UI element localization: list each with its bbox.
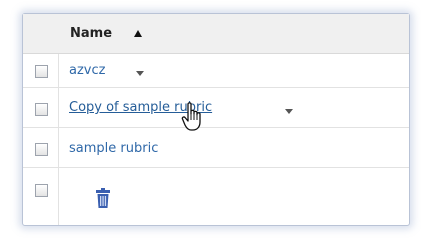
rubric-list-panel: Name azvcz Copy of sample rubric sample … [22, 13, 410, 226]
row-checkbox[interactable] [35, 103, 48, 116]
table-row: Copy of sample rubric [23, 88, 409, 128]
select-all-checkbox[interactable] [35, 184, 48, 197]
row-checkbox[interactable] [35, 143, 48, 156]
rubric-name-link[interactable]: sample rubric [69, 141, 158, 156]
table-row: azvcz [23, 54, 409, 88]
table-header: Name [23, 14, 409, 54]
table-row: sample rubric [23, 128, 409, 168]
trash-icon[interactable] [96, 188, 110, 208]
table-footer-row [23, 168, 409, 225]
chevron-down-icon[interactable] [136, 71, 144, 76]
name-column-header[interactable]: Name [70, 26, 112, 41]
row-checkbox[interactable] [35, 65, 48, 78]
chevron-down-icon[interactable] [285, 109, 293, 114]
sort-ascending-icon[interactable] [134, 30, 142, 37]
rubric-name-link[interactable]: azvcz [69, 63, 105, 78]
hand-pointer-cursor-icon [181, 102, 201, 131]
